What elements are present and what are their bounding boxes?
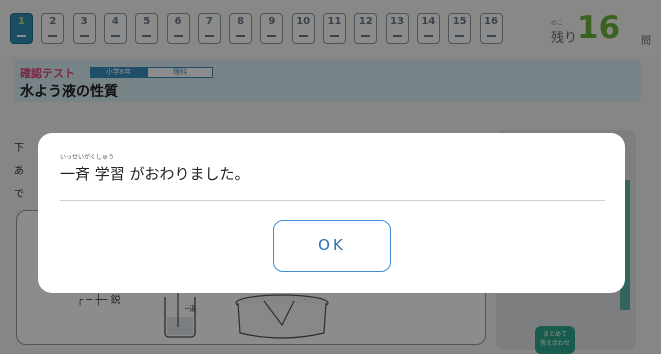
ok-button[interactable]: OK — [273, 220, 391, 272]
dialog-message: 一斉 学習 がおわりました。 — [60, 165, 250, 183]
dialog-divider — [60, 200, 605, 201]
dialog-furigana: いっせいがくしゅう — [60, 154, 115, 161]
finish-dialog: いっせいがくしゅう 一斉 学習 がおわりました。 OK — [38, 133, 625, 293]
